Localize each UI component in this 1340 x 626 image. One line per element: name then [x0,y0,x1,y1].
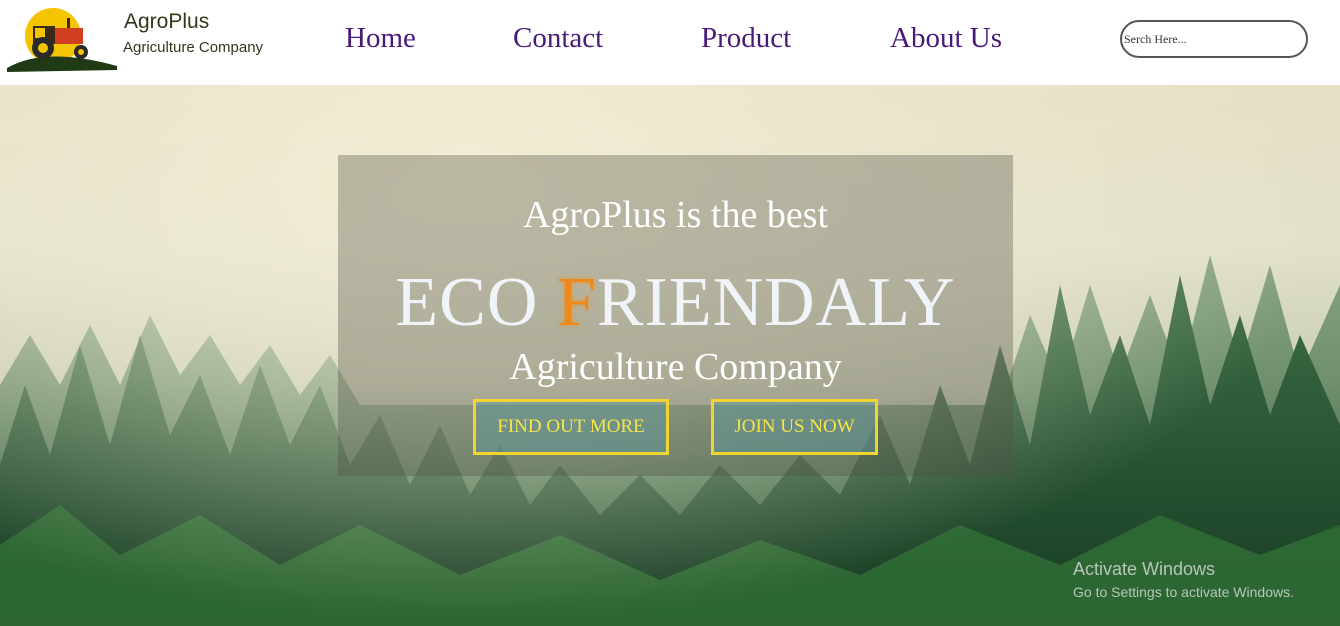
hero-panel: AgroPlus is the best ECO FRIENDALY Agric… [338,155,1013,476]
hero-title-part2: RIENDALY [596,264,956,341]
activate-windows-subtitle: Go to Settings to activate Windows. [1073,584,1294,600]
hero-section: AgroPlus is the best ECO FRIENDALY Agric… [0,85,1340,626]
hero-title: ECO FRIENDALY [338,263,1013,343]
activate-windows-title: Activate Windows [1073,559,1216,579]
brand-subtitle: Agriculture Company [123,39,264,56]
find-out-more-button[interactable]: FIND OUT MORE [473,399,669,455]
nav-about-us-link[interactable]: About Us [890,22,1002,55]
site-header: AgroPlus Agriculture Company Home Contac… [0,0,1340,85]
join-us-now-button[interactable]: JOIN US NOW [711,399,878,455]
search-input[interactable] [1120,20,1308,58]
hero-subtitle: Agriculture Company [509,346,842,388]
hero-title-part1: ECO [395,264,557,341]
hero-title-accent: F [556,264,597,341]
nav-home-link[interactable]: Home [345,22,416,55]
brand-name: AgroPlus [124,10,210,33]
nav-product-link[interactable]: Product [701,22,791,55]
hero-tagline: AgroPlus is the best [522,194,829,236]
nav-contact-link[interactable]: Contact [513,22,603,55]
tractor-logo-icon[interactable] [5,6,120,72]
